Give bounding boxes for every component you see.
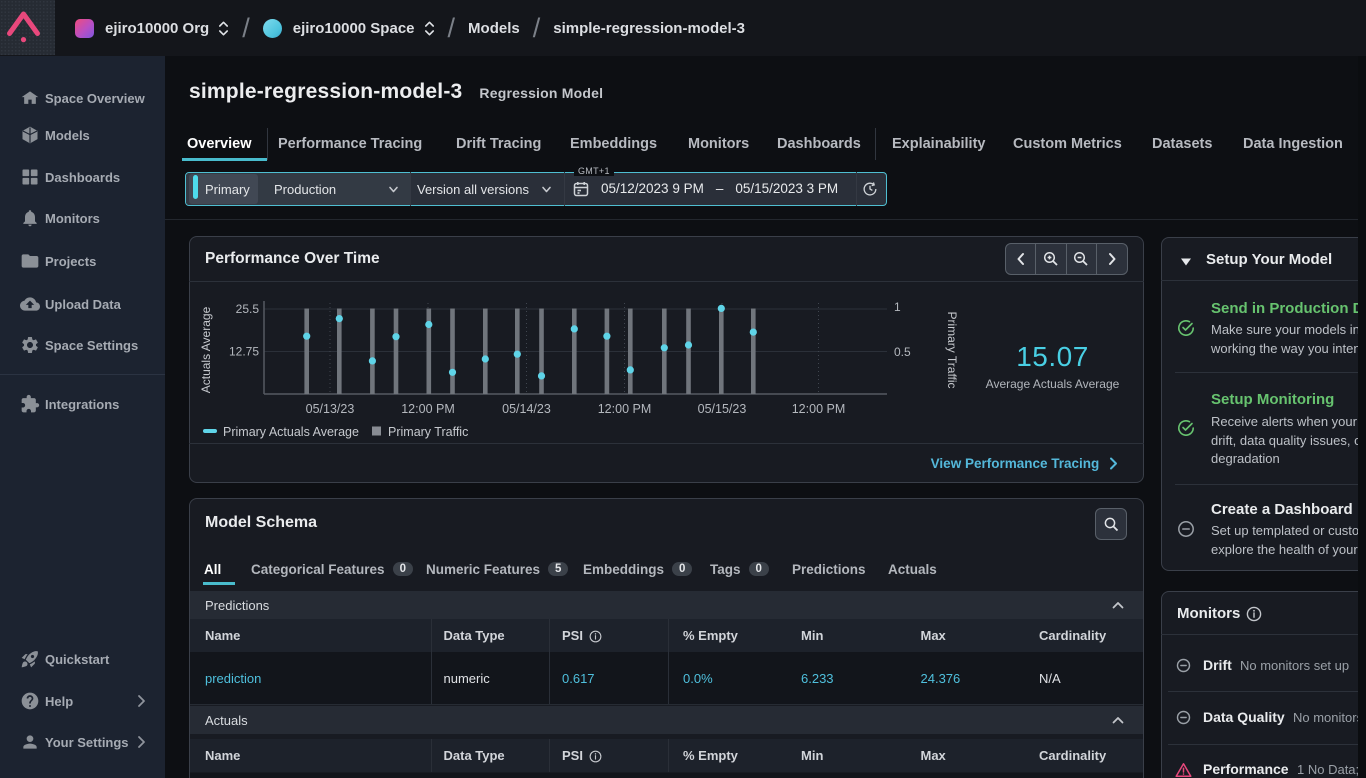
svg-text:12:00 PM: 12:00 PM — [598, 402, 652, 416]
svg-text:0.5: 0.5 — [894, 345, 911, 359]
svg-text:Primary Traffic: Primary Traffic — [945, 311, 959, 388]
svg-text:12:00 PM: 12:00 PM — [401, 402, 455, 416]
svg-text:12.75: 12.75 — [229, 345, 259, 359]
svg-text:1: 1 — [894, 300, 901, 314]
svg-text:Primary Actuals Average: Primary Actuals Average — [223, 425, 359, 439]
svg-text:25.5: 25.5 — [236, 302, 260, 316]
svg-text:05/13/23: 05/13/23 — [306, 402, 355, 416]
svg-text:05/14/23: 05/14/23 — [502, 402, 551, 416]
svg-text:12:00 PM: 12:00 PM — [792, 402, 846, 416]
svg-text:Primary Traffic: Primary Traffic — [388, 425, 468, 439]
svg-text:Actuals Average: Actuals Average — [199, 306, 213, 393]
svg-text:05/15/23: 05/15/23 — [698, 402, 747, 416]
